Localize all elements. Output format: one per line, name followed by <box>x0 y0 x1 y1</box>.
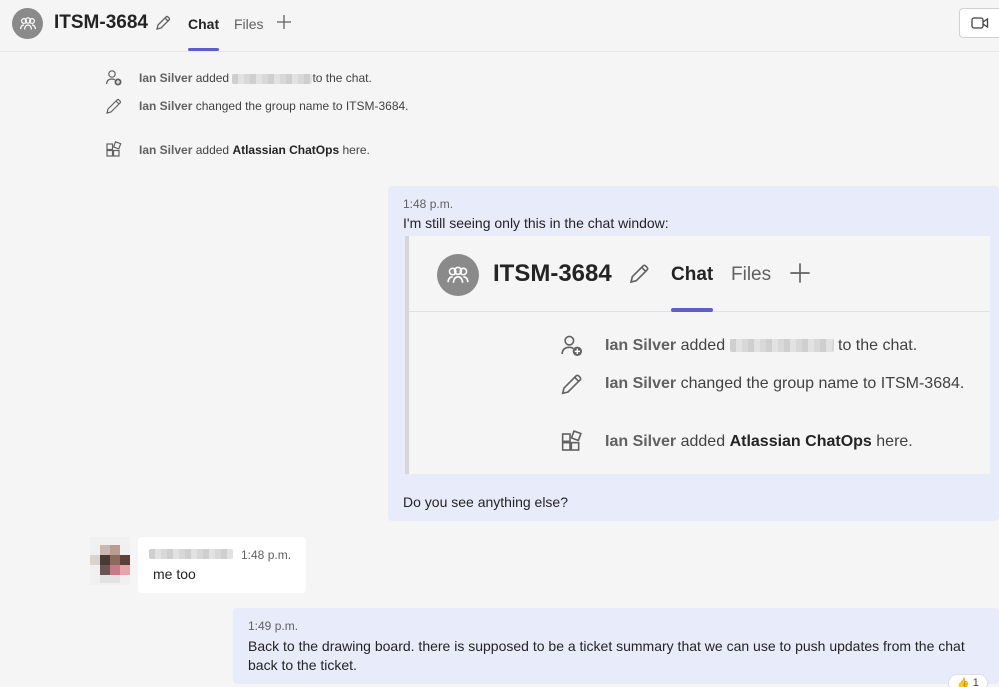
message-text: Back to the drawing board. there is supp… <box>248 638 965 673</box>
add-person-icon <box>105 70 122 86</box>
group-icon <box>19 16 36 30</box>
embedded-tab-files: Files <box>731 264 772 285</box>
chat-header: ITSM-3684 Chat Files <box>0 0 999 52</box>
redacted-name <box>232 73 313 84</box>
message-text: me too <box>153 566 196 582</box>
embedded-header: ITSM-3684 Chat Files <box>409 236 990 312</box>
event-actor[interactable]: Ian Silver <box>139 143 192 157</box>
own-message-bubble[interactable]: 1:49 p.m. Back to the drawing board. the… <box>233 608 999 684</box>
pencil-icon <box>629 264 649 284</box>
redacted-sender-name <box>149 549 233 559</box>
embedded-group-avatar <box>437 254 479 296</box>
redacted-name <box>729 339 834 353</box>
chat-title: ITSM-3684 <box>54 12 148 33</box>
embedded-tab-chat: Chat <box>671 264 714 285</box>
embedded-screenshot[interactable]: ITSM-3684 Chat Files Ian Silver added to… <box>405 236 990 474</box>
reaction-like[interactable]: 👍 1 <box>948 674 988 687</box>
group-icon <box>447 266 469 283</box>
system-event-added-app: Ian Silver added Atlassian ChatOps here. <box>104 141 370 159</box>
embedded-event-added-member: Ian Silver added to the chat. <box>559 334 917 358</box>
event-actor[interactable]: Ian Silver <box>139 71 192 85</box>
edit-pencil-icon[interactable] <box>154 14 172 32</box>
add-person-icon <box>561 335 582 356</box>
sender-avatar[interactable] <box>90 537 130 585</box>
apps-icon <box>561 430 582 451</box>
add-tab-icon[interactable] <box>276 14 292 30</box>
group-avatar[interactable] <box>12 8 43 39</box>
event-actor[interactable]: Ian Silver <box>139 99 192 113</box>
video-camera-icon <box>970 17 988 29</box>
apps-icon <box>106 141 122 157</box>
system-event-renamed-group: Ian Silver changed the group name to ITS… <box>104 97 409 115</box>
video-call-button[interactable] <box>959 8 999 38</box>
embedded-event-renamed-group: Ian Silver changed the group name to ITS… <box>559 372 964 396</box>
system-event-added-member: Ian Silver added to the chat. <box>104 69 372 87</box>
embedded-event-added-app: Ian Silver added Atlassian ChatOps here. <box>559 430 913 454</box>
message-timestamp: 1:49 p.m. <box>248 619 299 633</box>
plus-icon <box>790 263 810 283</box>
embedded-title: ITSM-3684 <box>493 260 612 287</box>
message-timestamp: 1:48 p.m. <box>403 197 454 211</box>
thumbs-up-icon: 👍 <box>957 677 970 687</box>
message-text: I'm still seeing only this in the chat w… <box>403 215 669 231</box>
tab-chat[interactable]: Chat <box>188 16 219 32</box>
other-message-bubble[interactable]: 1:48 p.m. me too <box>138 537 306 593</box>
message-text-followup: Do you see anything else? <box>403 494 568 510</box>
embedded-tab-indicator <box>671 308 713 312</box>
tab-files[interactable]: Files <box>234 16 264 32</box>
active-tab-indicator <box>188 48 219 51</box>
pencil-icon <box>106 98 122 114</box>
message-timestamp: 1:48 p.m. <box>241 548 292 562</box>
pencil-icon <box>561 374 582 395</box>
avatar-pixelated-icon <box>90 537 130 585</box>
app-name[interactable]: Atlassian ChatOps <box>232 143 339 157</box>
